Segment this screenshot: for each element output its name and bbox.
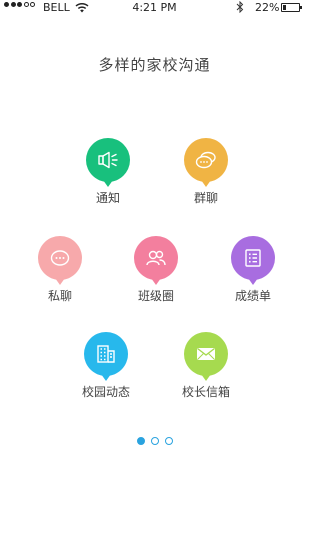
feature-label: 成绩单: [234, 289, 271, 303]
bluetooth-icon: [236, 0, 244, 16]
list-icon: [231, 236, 275, 285]
feature-label: 私聊: [47, 289, 72, 303]
feature-class-circle[interactable]: 班级圈: [121, 236, 191, 304]
page-dot[interactable]: [136, 437, 145, 445]
feature-label: 班级圈: [137, 289, 174, 303]
status-bar: BELL 4:21 PM 22%: [0, 0, 309, 16]
building-icon: [84, 332, 128, 381]
people-icon: [134, 236, 178, 285]
megaphone-icon: [86, 138, 130, 187]
chat-bubbles-icon: [184, 138, 228, 187]
page-dot[interactable]: [150, 437, 159, 445]
feature-label: 校园动态: [81, 385, 130, 399]
page-indicator[interactable]: [0, 437, 309, 445]
feature-label: 通知: [95, 191, 120, 205]
feature-principal-mailbox[interactable]: 校长信箱: [171, 332, 241, 400]
envelope-icon: [184, 332, 228, 381]
battery-percent: 22%: [255, 1, 280, 14]
page-dot[interactable]: [164, 437, 173, 445]
battery-icon: [281, 3, 302, 12]
feature-report-card[interactable]: 成绩单: [218, 236, 288, 304]
feature-label: 群聊: [193, 191, 218, 205]
feature-campus-news[interactable]: 校园动态: [71, 332, 141, 400]
page-title: 多样的家校沟通: [98, 56, 211, 74]
feature-group-chat[interactable]: 群聊: [171, 138, 241, 206]
feature-notice[interactable]: 通知: [73, 138, 143, 206]
chat-dots-icon: [38, 236, 82, 285]
feature-label: 校长信箱: [181, 385, 230, 399]
feature-private-chat[interactable]: 私聊: [25, 236, 95, 304]
